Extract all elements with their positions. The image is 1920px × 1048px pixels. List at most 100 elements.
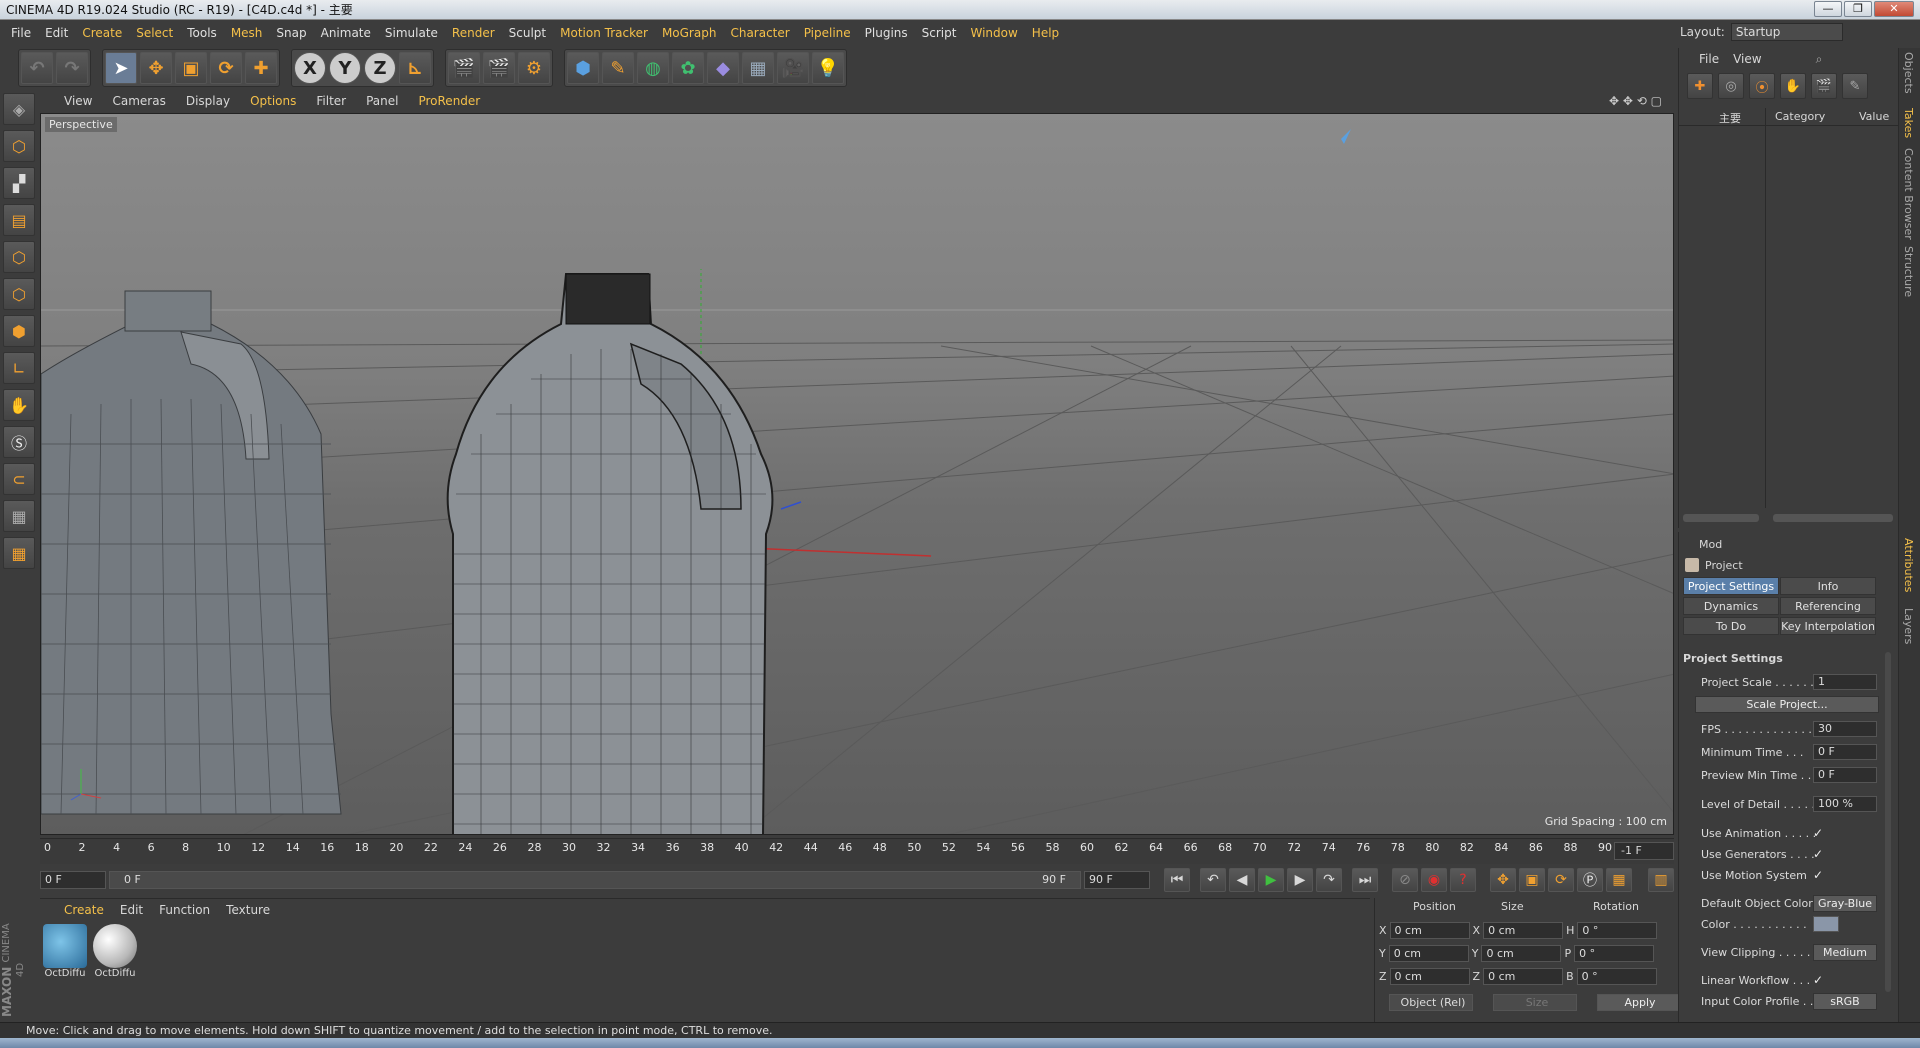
x-axis-icon[interactable]: X — [294, 52, 326, 84]
take-lock-icon[interactable]: ✋ — [1780, 73, 1806, 99]
record-active-icon[interactable]: ◉ — [1421, 868, 1447, 892]
obj-menu-file[interactable]: File — [1699, 52, 1719, 66]
tab-project-settings[interactable]: Project Settings — [1683, 577, 1779, 595]
snap-icon[interactable]: ⊂ — [3, 463, 35, 495]
model-mode-icon[interactable]: ⬡ — [3, 130, 35, 162]
go-to-end-icon[interactable]: ⏭ — [1352, 868, 1378, 892]
position-z-field[interactable]: 0 cm — [1389, 968, 1470, 985]
linear-workflow-checkbox[interactable]: ✓ — [1813, 973, 1827, 987]
menu-script[interactable]: Script — [915, 26, 964, 40]
fps-field[interactable]: 30 — [1813, 721, 1877, 737]
render-picture-viewer-icon[interactable]: 🎬 — [483, 52, 515, 84]
go-to-start-icon[interactable]: ⏮ — [1164, 868, 1190, 892]
timeline-layout-icon[interactable]: ▥ — [1648, 868, 1674, 892]
select-icon[interactable]: ➤ — [105, 52, 137, 84]
menu-select[interactable]: Select — [129, 26, 180, 40]
motion-record-icon[interactable]: ⊘ — [1392, 868, 1418, 892]
material-thumbnail[interactable]: OctDiffu — [92, 924, 138, 982]
vp-menu-view[interactable]: View — [40, 94, 102, 108]
menu-edit[interactable]: Edit — [38, 26, 75, 40]
level-of-detail-field[interactable]: 100 % — [1813, 796, 1877, 812]
search-icon[interactable]: ⌕ — [1816, 52, 1823, 67]
rotation-h-field[interactable]: 0 ° — [1577, 922, 1658, 939]
key-pla-icon[interactable]: ▦ — [1606, 868, 1632, 892]
size-mode-dropdown[interactable]: Size — [1493, 994, 1577, 1011]
menu-file[interactable]: File — [4, 26, 38, 40]
side-tab-structure[interactable]: Structure — [1902, 246, 1915, 297]
previous-frame-icon[interactable]: ◀ — [1229, 868, 1255, 892]
vertical-scrollbar[interactable] — [1885, 652, 1891, 992]
use-motion-system-checkbox[interactable]: ✓ — [1813, 868, 1827, 882]
side-tab-takes[interactable]: Takes — [1902, 108, 1915, 138]
take-filter-icon[interactable]: ✎ — [1842, 73, 1868, 99]
scale-icon[interactable]: ▣ — [175, 52, 207, 84]
autokey-icon[interactable]: ? — [1450, 868, 1476, 892]
make-editable-icon[interactable]: ◈ — [3, 93, 35, 125]
polygons-mode-icon[interactable]: ⬢ — [3, 315, 35, 347]
project-scale-field[interactable]: 1 — [1813, 674, 1877, 690]
move-icon[interactable]: ✥ — [140, 52, 172, 84]
use-generators-checkbox[interactable]: ✓ — [1813, 847, 1827, 861]
side-tab-attributes[interactable]: Attributes — [1902, 538, 1915, 592]
size-x-field[interactable]: 0 cm — [1483, 922, 1564, 939]
play-icon[interactable]: ▶ — [1258, 868, 1284, 892]
cube-icon[interactable]: ⬢ — [567, 52, 599, 84]
menu-window[interactable]: Window — [963, 26, 1024, 40]
z-axis-icon[interactable]: Z — [364, 52, 396, 84]
start-frame-field[interactable]: 0 F — [40, 871, 106, 889]
frame-range-slider[interactable]: 0 F 90 F — [109, 871, 1081, 889]
floor-icon[interactable]: ▦ — [742, 52, 774, 84]
menu-tools[interactable]: Tools — [180, 26, 224, 40]
color-swatch[interactable] — [1813, 916, 1839, 932]
solo-icon[interactable]: Ⓢ — [3, 426, 35, 458]
side-tab-layers[interactable]: Layers — [1902, 608, 1915, 644]
close-button[interactable]: ✕ — [1874, 1, 1914, 17]
menu-help[interactable]: Help — [1025, 26, 1066, 40]
view-clipping-dropdown[interactable]: Medium — [1813, 943, 1877, 961]
key-position-icon[interactable]: ✥ — [1490, 868, 1516, 892]
render-settings-icon[interactable]: ⚙ — [518, 52, 550, 84]
vp-menu-display[interactable]: Display — [176, 94, 240, 108]
menu-mograph[interactable]: MoGraph — [655, 26, 724, 40]
menu-mesh[interactable]: Mesh — [224, 26, 270, 40]
vp-menu-prorender[interactable]: ProRender — [408, 94, 490, 108]
position-x-field[interactable]: 0 cm — [1389, 922, 1470, 939]
default-object-color-dropdown[interactable]: Gray-Blue — [1813, 894, 1877, 912]
cloner-icon[interactable]: ✿ — [672, 52, 704, 84]
key-param-icon[interactable]: Ⓟ — [1577, 868, 1603, 892]
obj-menu-view[interactable]: View — [1733, 52, 1761, 66]
mat-menu-edit[interactable]: Edit — [112, 903, 151, 917]
tab-key-interpolation[interactable]: Key Interpolation — [1780, 617, 1876, 635]
take-add-icon[interactable]: ✚ — [1687, 73, 1713, 99]
vp-menu-filter[interactable]: Filter — [306, 94, 356, 108]
add-icon[interactable]: ✚ — [245, 52, 277, 84]
take-render-icon[interactable]: 🎬 — [1811, 73, 1837, 99]
take-auto-icon[interactable]: ◎ — [1718, 73, 1744, 99]
render-view-icon[interactable]: 🎬 — [448, 52, 480, 84]
minimum-time-field[interactable]: 0 F — [1813, 744, 1877, 760]
vp-menu-panel[interactable]: Panel — [356, 94, 408, 108]
deformer-icon[interactable]: ◆ — [707, 52, 739, 84]
preview-min-time-field[interactable]: 0 F — [1813, 767, 1877, 783]
apply-button[interactable]: Apply — [1597, 994, 1679, 1011]
y-axis-icon[interactable]: Y — [329, 52, 361, 84]
rotation-p-field[interactable]: 0 ° — [1574, 945, 1655, 962]
use-animation-checkbox[interactable]: ✓ — [1813, 826, 1827, 840]
size-y-field[interactable]: 0 cm — [1481, 945, 1562, 962]
pen-icon[interactable]: ✎ — [602, 52, 634, 84]
next-frame-icon[interactable]: ▶ — [1287, 868, 1313, 892]
timeline-ruler[interactable]: 0 2 4 6 8 10 12 14 16 18 20 22 24 26 28 30 32 34 36 38 40 42 4… — [40, 838, 1674, 864]
viewport-nav-icon[interactable]: ✥ ✥ ⟲ ▢ — [1599, 94, 1672, 108]
maximize-button[interactable]: ❐ — [1844, 1, 1872, 17]
menu-render[interactable]: Render — [445, 26, 502, 40]
menu-simulate[interactable]: Simulate — [378, 26, 445, 40]
horizontal-scrollbar[interactable] — [1683, 514, 1759, 522]
minimize-button[interactable]: — — [1814, 1, 1842, 17]
previous-key-icon[interactable]: ↶ — [1200, 868, 1226, 892]
side-tab-content-browser[interactable]: Content Browser — [1902, 148, 1915, 240]
menu-motion-tracker[interactable]: Motion Tracker — [553, 26, 655, 40]
menu-pipeline[interactable]: Pipeline — [797, 26, 858, 40]
light-icon[interactable]: 💡 — [812, 52, 844, 84]
tweak-mode-icon[interactable]: ✋ — [3, 389, 35, 421]
edges-mode-icon[interactable]: ⬡ — [3, 278, 35, 310]
